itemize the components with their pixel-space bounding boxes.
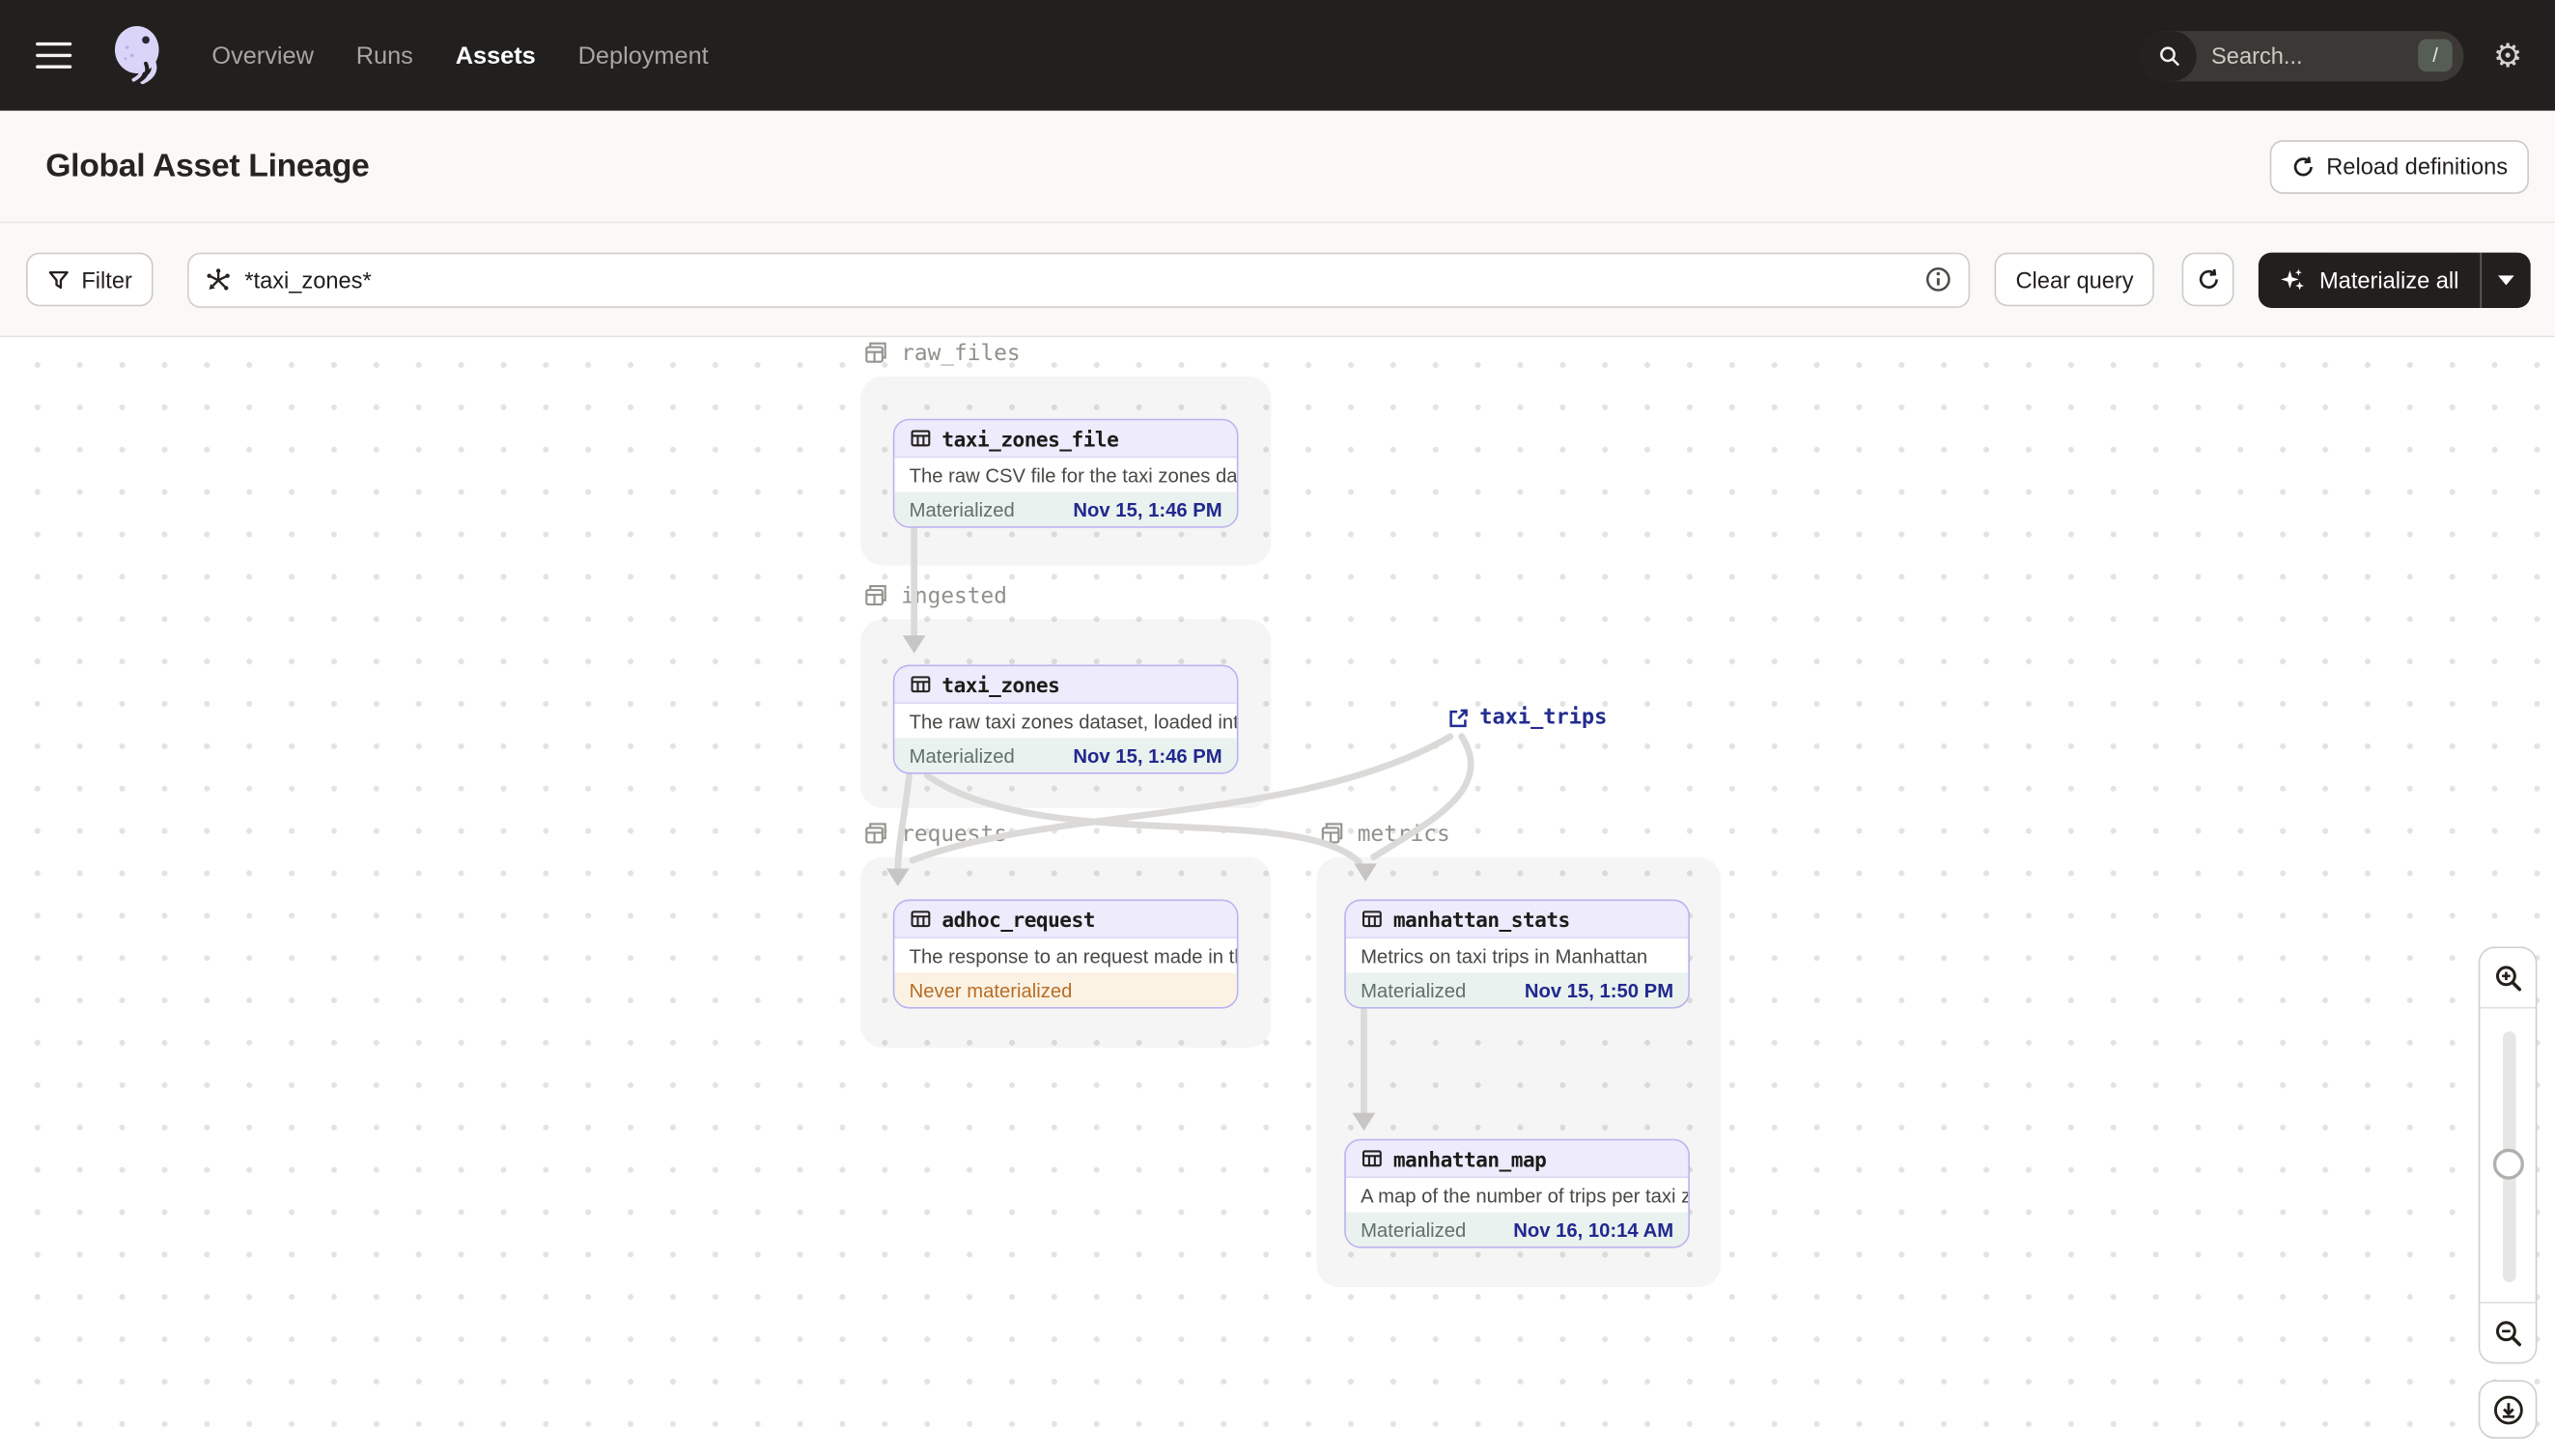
search-box[interactable]: /: [2141, 30, 2464, 81]
clear-query-button[interactable]: Clear query: [1994, 252, 2155, 307]
filter-funnel-icon: [48, 270, 69, 289]
asset-selection-input[interactable]: [187, 251, 1971, 308]
group-label-ingested[interactable]: ingested: [862, 581, 1007, 609]
zoom-out-icon: [2495, 1320, 2521, 1346]
external-asset-taxi-trips[interactable]: taxi_trips: [1447, 705, 1608, 730]
dagster-logo[interactable]: [104, 21, 173, 90]
status-timestamp[interactable]: Nov 15, 1:46 PM: [1073, 743, 1221, 767]
lineage-edges: [886, 524, 1474, 1132]
info-icon[interactable]: [1924, 266, 1952, 294]
asset-description: A map of the number of trips per taxi z.…: [1361, 1183, 1689, 1207]
refresh-graph-button[interactable]: [2182, 252, 2235, 307]
lineage-toolbar: Filter Clear query: [0, 223, 2555, 338]
table-icon: [911, 910, 931, 928]
status-label: Materialized: [1361, 978, 1467, 1001]
zoom-controls: [2478, 946, 2538, 1440]
materialize-all-split-button: Materialize all: [2259, 251, 2531, 308]
asset-status-bar: Materialized Nov 16, 10:14 AM: [1345, 1212, 1689, 1246]
table-icon: [911, 676, 931, 693]
asset-status-bar: Materialized Nov 15, 1:46 PM: [894, 491, 1237, 527]
table-icon: [1362, 1150, 1382, 1167]
clear-query-label: Clear query: [2015, 266, 2134, 293]
search-icon: [2141, 30, 2197, 81]
external-asset-name: taxi_trips: [1479, 705, 1608, 730]
menu-icon[interactable]: [36, 42, 72, 70]
asset-group-icon: [865, 342, 886, 363]
nav-link-runs[interactable]: Runs: [356, 42, 413, 70]
recenter-icon: [2493, 1394, 2522, 1424]
asset-status-bar: Materialized Nov 15, 1:46 PM: [894, 738, 1237, 772]
zoom-in-icon: [2495, 965, 2521, 991]
search-shortcut-badge: /: [2418, 39, 2453, 72]
group-name: metrics: [1357, 820, 1450, 847]
sparkles-icon: [2281, 267, 2305, 290]
status-timestamp[interactable]: Nov 15, 1:50 PM: [1525, 978, 1673, 1001]
settings-gear-icon[interactable]: ⚙: [2493, 40, 2522, 72]
chevron-down-icon: [2497, 274, 2514, 285]
materialize-all-button[interactable]: Materialize all: [2260, 252, 2481, 307]
reload-definitions-button[interactable]: Reload definitions: [2269, 139, 2529, 193]
asset-description: The raw taxi zones dataset, loaded int..…: [909, 709, 1237, 733]
filter-label: Filter: [81, 266, 132, 293]
status-label: Materialized: [909, 743, 1015, 767]
group-name: ingested: [901, 582, 1007, 609]
top-nav: Overview Runs Assets Deployment / ⚙: [0, 0, 2555, 111]
asset-node-manhattan-stats[interactable]: manhattan_stats Metrics on taxi trips in…: [1344, 899, 1690, 1009]
status-label: Materialized: [1361, 1218, 1467, 1242]
reload-definitions-label: Reload definitions: [2326, 153, 2509, 180]
nav-links: Overview Runs Assets Deployment: [211, 42, 708, 70]
page-header: Global Asset Lineage Reload definitions: [0, 110, 2555, 224]
table-icon: [911, 430, 931, 447]
asset-description: The raw CSV file for the taxi zones dat.…: [909, 463, 1237, 487]
asset-name: manhattan_stats: [1392, 907, 1570, 932]
group-name: requests: [901, 820, 1007, 847]
nav-link-overview[interactable]: Overview: [211, 42, 313, 70]
asset-name: adhoc_request: [941, 907, 1095, 932]
filter-button[interactable]: Filter: [26, 252, 154, 307]
asset-group-icon: [1321, 823, 1343, 844]
asset-node-adhoc-request[interactable]: adhoc_request The response to an request…: [892, 899, 1239, 1009]
status-label: Materialized: [909, 497, 1015, 521]
nav-link-deployment[interactable]: Deployment: [578, 42, 709, 70]
asset-description: The response to an request made in th...: [909, 943, 1237, 967]
status-label: Never materialized: [909, 978, 1073, 1001]
asset-group-icon: [865, 585, 886, 606]
dagster-app: Overview Runs Assets Deployment / ⚙ Glob…: [0, 0, 2555, 1456]
asset-name: taxi_zones: [941, 672, 1060, 697]
group-name: raw_files: [901, 339, 1021, 366]
asset-node-manhattan-map[interactable]: manhattan_map A map of the number of tri…: [1344, 1138, 1690, 1248]
page-title: Global Asset Lineage: [45, 147, 370, 183]
lineage-canvas[interactable]: raw_files ingested requests metrics taxi…: [0, 337, 2555, 1455]
asset-status-bar: Never materialized: [894, 972, 1237, 1007]
zoom-slider[interactable]: [2480, 1006, 2536, 1303]
refresh-icon: [2293, 155, 2313, 176]
asset-description: Metrics on taxi trips in Manhattan: [1361, 943, 1648, 967]
status-timestamp[interactable]: Nov 15, 1:46 PM: [1073, 498, 1221, 521]
asset-status-bar: Materialized Nov 15, 1:50 PM: [1345, 972, 1689, 1007]
asset-name: taxi_zones_file: [941, 426, 1119, 451]
materialize-options-button[interactable]: [2482, 252, 2531, 307]
search-input[interactable]: [2196, 42, 2419, 69]
status-timestamp[interactable]: Nov 16, 10:14 AM: [1513, 1218, 1673, 1241]
materialize-all-label: Materialize all: [2318, 266, 2459, 293]
group-label-requests[interactable]: requests: [862, 820, 1007, 848]
asset-group-icon: [865, 823, 886, 844]
group-label-raw-files[interactable]: raw_files: [862, 339, 1021, 367]
group-label-metrics[interactable]: metrics: [1318, 820, 1450, 848]
asset-name: manhattan_map: [1392, 1146, 1547, 1171]
asset-selection-icon: [207, 267, 230, 290]
nav-link-assets[interactable]: Assets: [456, 42, 536, 70]
external-link-icon: [1449, 708, 1468, 727]
table-icon: [1362, 910, 1382, 928]
asset-node-taxi-zones[interactable]: taxi_zones The raw taxi zones dataset, l…: [892, 664, 1239, 774]
recenter-view-button[interactable]: [2478, 1380, 2538, 1440]
refresh-icon: [2199, 268, 2218, 289]
asset-node-taxi-zones-file[interactable]: taxi_zones_file The raw CSV file for the…: [892, 418, 1239, 528]
zoom-out-button[interactable]: [2480, 1303, 2536, 1362]
zoom-in-button[interactable]: [2480, 948, 2536, 1007]
zoom-slider-thumb[interactable]: [2492, 1148, 2524, 1180]
asset-selection-query[interactable]: [244, 266, 1912, 293]
